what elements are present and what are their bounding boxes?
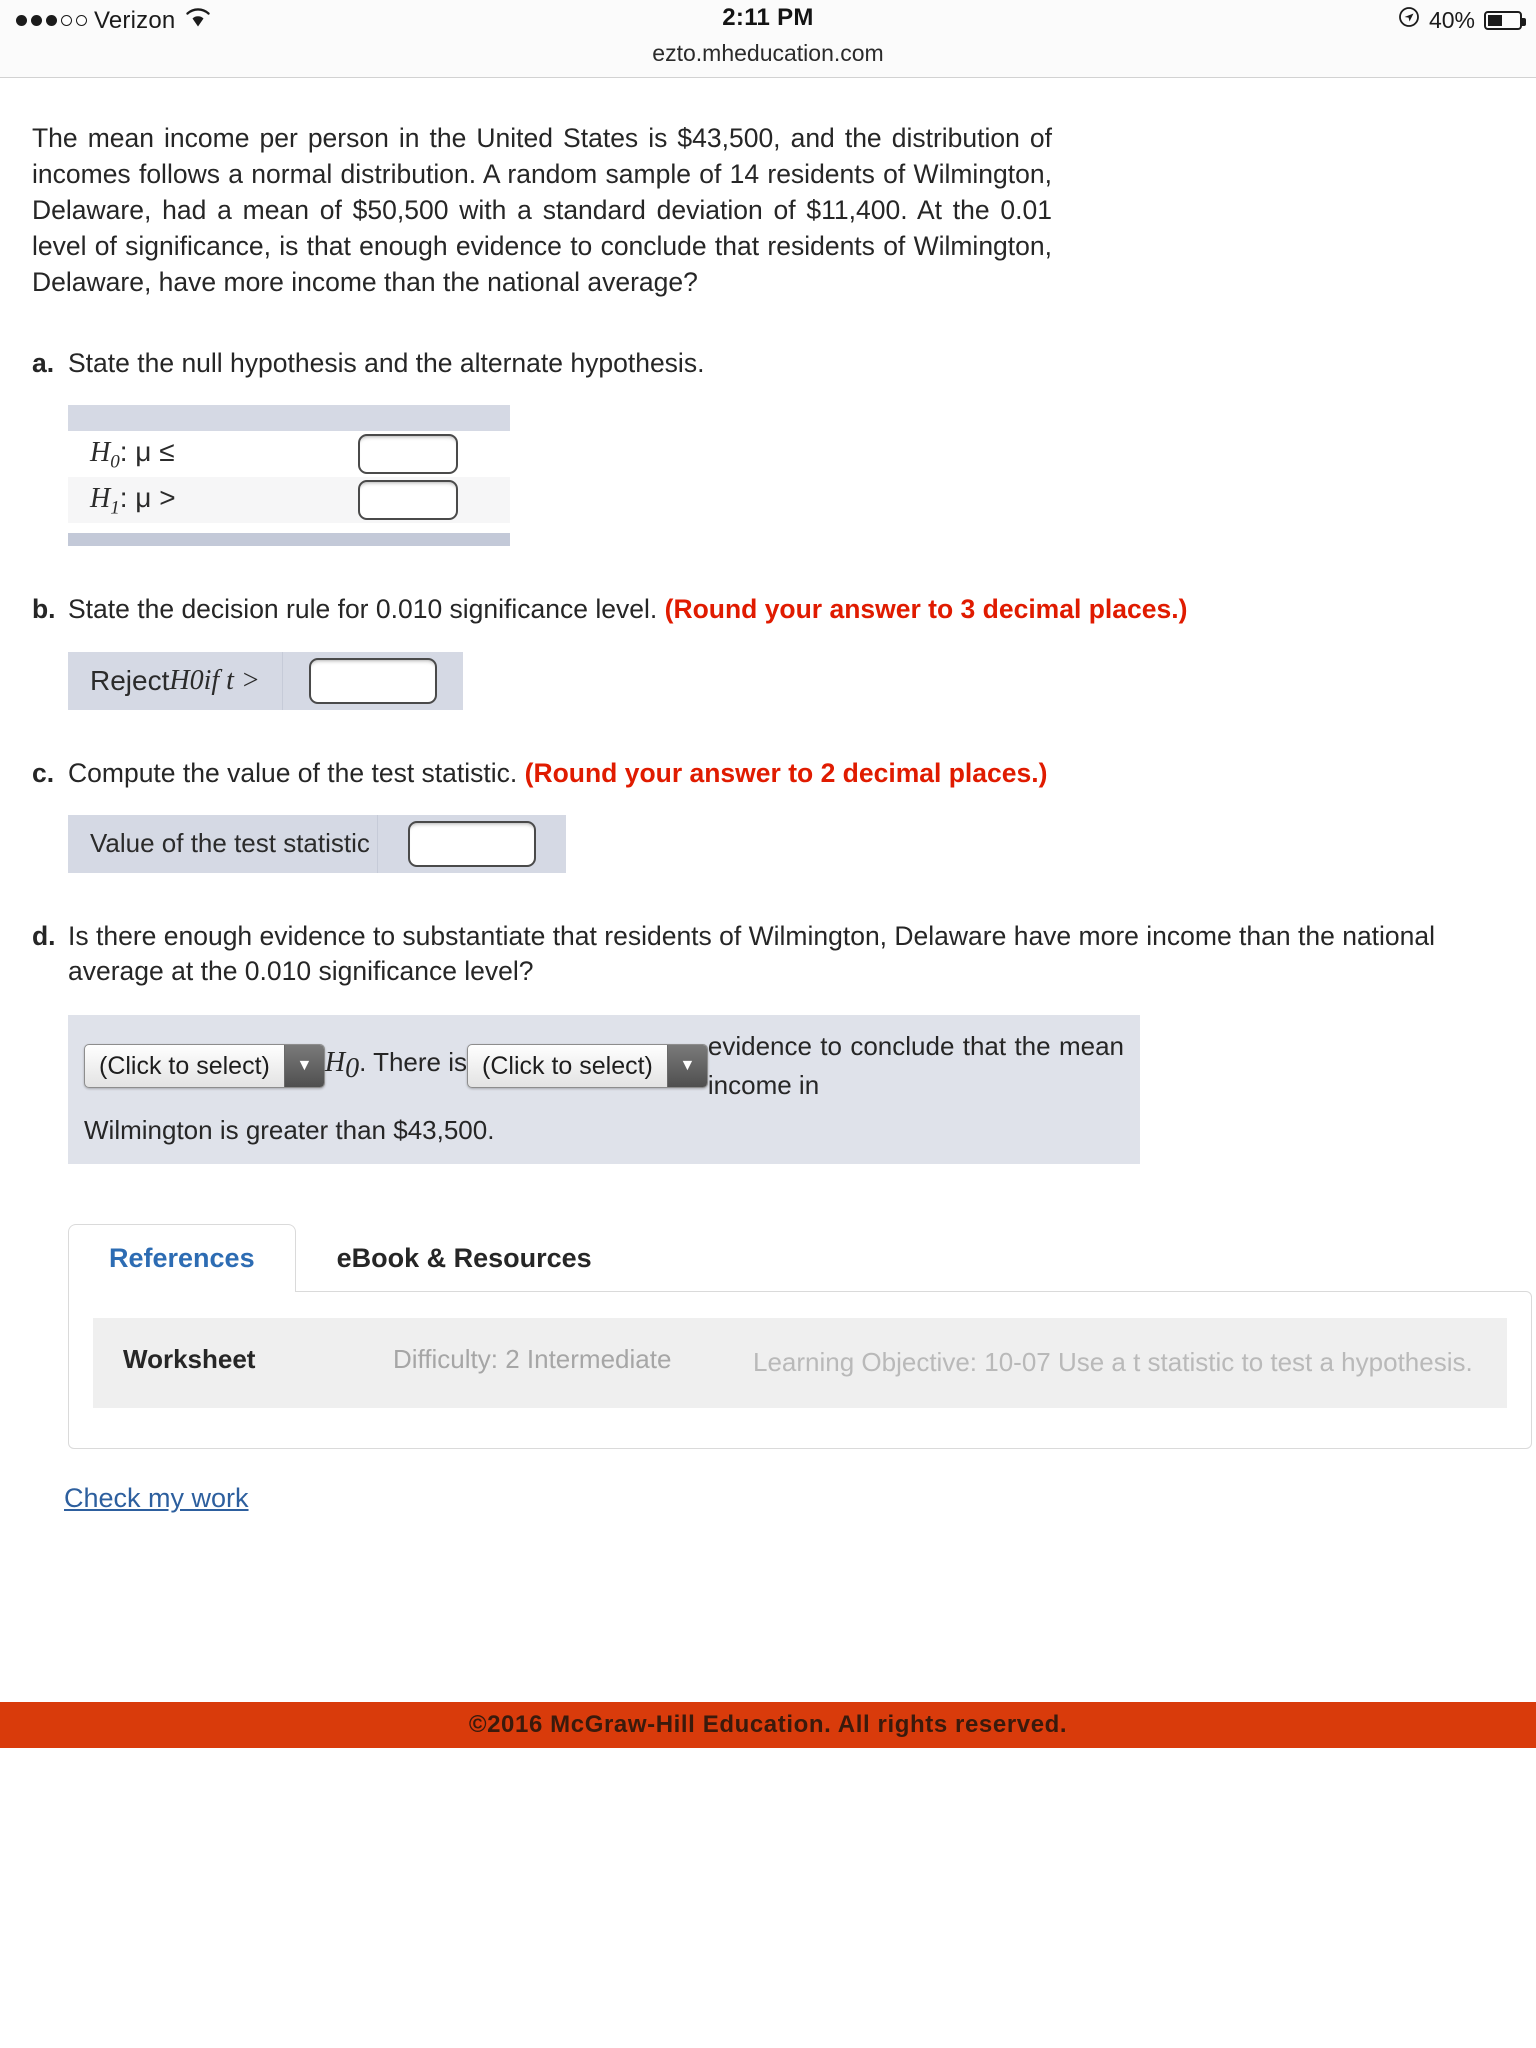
- decision-rule-box: Reject H0 if t >: [68, 651, 463, 710]
- tab-references[interactable]: References: [68, 1224, 296, 1293]
- tab-strip: References eBook & Resources: [68, 1224, 1532, 1293]
- conclusion-tail-label: evidence to conclude that the mean incom…: [707, 1031, 1124, 1101]
- hypothesis-table-gap: [68, 523, 510, 534]
- tab-ebook-resources[interactable]: eBook & Resources: [296, 1224, 633, 1292]
- test-statistic-input[interactable]: [408, 820, 536, 867]
- part-c-question: Compute the value of the test statistic.: [68, 757, 518, 788]
- test-statistic-box: Value of the test statistic: [68, 814, 566, 873]
- worksheet-title: Worksheet: [123, 1344, 256, 1375]
- part-b-text: State the decision rule for 0.010 signif…: [68, 592, 1504, 627]
- hypothesis-table-header: [68, 405, 510, 432]
- worksheet-meta-row: Worksheet Difficulty: 2 Intermediate Lea…: [93, 1318, 1507, 1409]
- check-my-work-link[interactable]: Check my work: [64, 1483, 249, 1514]
- test-statistic-input-cell: [378, 815, 566, 873]
- part-b-letter: b.: [32, 594, 56, 625]
- part-b: b. State the decision rule for 0.010 sig…: [32, 592, 1504, 627]
- conclusion-line-1: (Click to select) ▼ H0. There is (Click …: [84, 1027, 1124, 1105]
- table-row: H0: μ ≤: [68, 431, 510, 478]
- question-content: The mean income per person in the United…: [0, 120, 1536, 1514]
- status-bar-right: 40%: [1398, 6, 1526, 34]
- question-prompt: The mean income per person in the United…: [32, 123, 1052, 298]
- page-url-label: ezto.mheducation.com: [652, 40, 884, 66]
- hypothesis-table: H0: μ ≤ H1: μ >: [68, 405, 510, 547]
- copyright-footer: ©2016 McGraw-Hill Education. All rights …: [0, 1702, 1536, 1748]
- decision-rule-input[interactable]: [308, 657, 437, 704]
- difficulty-label: Difficulty: 2 Intermediate: [393, 1344, 672, 1375]
- battery-percent-label: 40%: [1428, 6, 1475, 33]
- part-a: a. State the null hypothesis and the alt…: [32, 346, 1504, 381]
- location-arrow-icon: [1398, 6, 1420, 34]
- part-c-letter: c.: [32, 757, 55, 788]
- ios-status-bar: Verizon 2:11 PM ezto.mheducation.com 40%: [0, 0, 1536, 78]
- learning-objective-label: Learning Objective: 10-07 Use a t statis…: [753, 1347, 1473, 1378]
- status-bar-center: 2:11 PM ezto.mheducation.com: [0, 4, 1536, 67]
- chevron-down-icon: ▼: [283, 1045, 324, 1088]
- decision-rule-input-cell: [283, 652, 463, 710]
- copyright-text: ©2016 McGraw-Hill Education. All rights …: [468, 1711, 1068, 1738]
- conclusion-line-2: Wilmington is greater than $43,500.: [84, 1115, 495, 1146]
- evidence-select-value: (Click to select): [482, 1051, 653, 1080]
- part-c-text: Compute the value of the test statistic.…: [68, 756, 1504, 791]
- test-statistic-label: Value of the test statistic: [68, 814, 378, 873]
- reject-decision-select-value: (Click to select): [99, 1051, 270, 1080]
- resources-tabs: References eBook & Resources Worksheet D…: [68, 1224, 1532, 1450]
- part-d: d. Is there enough evidence to substanti…: [32, 919, 1504, 989]
- part-c: c. Compute the value of the test statist…: [32, 756, 1504, 791]
- part-b-rounding-note: (Round your answer to 3 decimal places.): [664, 594, 1188, 625]
- table-row: H1: μ >: [68, 477, 510, 524]
- decision-rule-label: Reject H0 if t >: [68, 651, 283, 710]
- alternate-hypothesis-label: H1: μ >: [90, 481, 176, 519]
- clock-label: 2:11 PM: [722, 4, 814, 31]
- alternate-hypothesis-input[interactable]: [358, 480, 458, 521]
- part-a-letter: a.: [32, 348, 55, 379]
- part-d-text: Is there enough evidence to substantiate…: [68, 920, 1436, 987]
- tab-panel-references: Worksheet Difficulty: 2 Intermediate Lea…: [68, 1291, 1532, 1450]
- chevron-down-icon: ▼: [666, 1045, 707, 1088]
- part-c-rounding-note: (Round your answer to 2 decimal places.): [524, 757, 1048, 788]
- battery-icon: [1484, 10, 1526, 30]
- conclusion-panel: (Click to select) ▼ H0. There is (Click …: [68, 1015, 1140, 1165]
- hypothesis-table-footer: [68, 533, 510, 547]
- evidence-select[interactable]: (Click to select) ▼: [467, 1044, 708, 1089]
- part-b-question: State the decision rule for 0.010 signif…: [68, 594, 658, 625]
- null-hypothesis-input[interactable]: [358, 434, 458, 475]
- part-a-text: State the null hypothesis and the altern…: [68, 348, 705, 379]
- reject-decision-select[interactable]: (Click to select) ▼: [84, 1044, 325, 1089]
- part-d-letter: d.: [32, 920, 56, 951]
- conclusion-mid-label: H0. There is: [324, 1047, 468, 1085]
- null-hypothesis-label: H0: μ ≤: [90, 435, 175, 473]
